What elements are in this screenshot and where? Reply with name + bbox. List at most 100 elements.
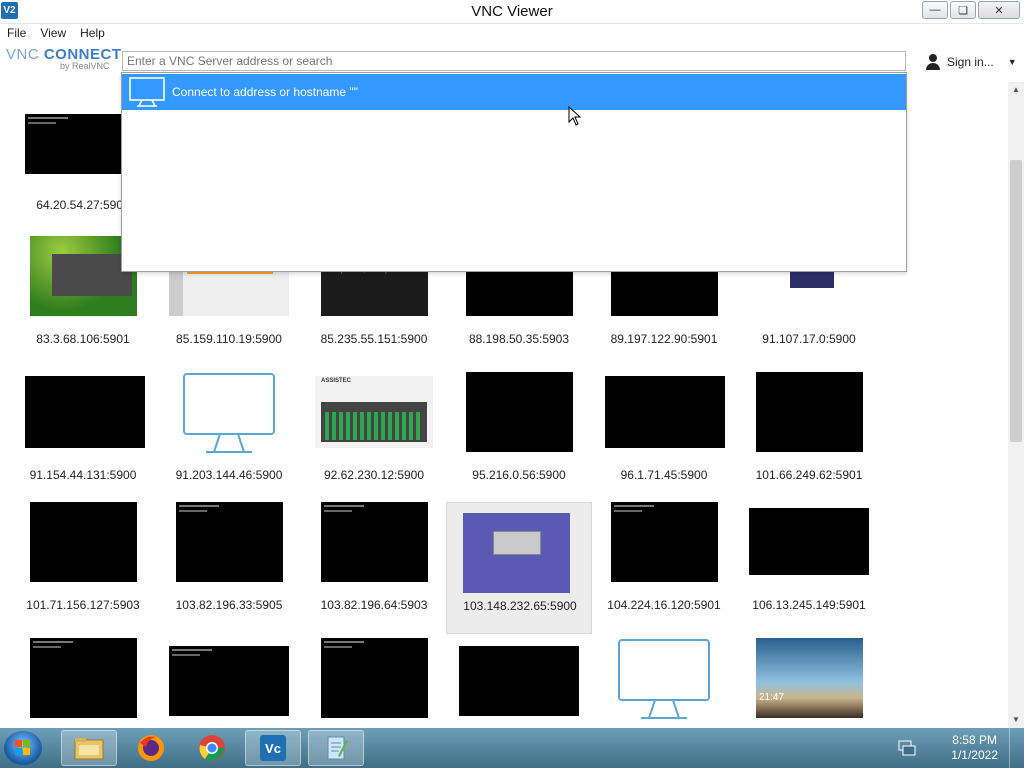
server-tile[interactable] bbox=[301, 638, 447, 728]
vertical-scrollbar[interactable]: ▲ ▼ bbox=[1008, 82, 1024, 728]
taskbar: Vc 8:58 PM 1/1/2022 bbox=[0, 728, 1024, 768]
server-address-label: 103.82.196.64:5903 bbox=[320, 598, 428, 612]
server-tile[interactable] bbox=[446, 638, 592, 728]
clock-time: 8:58 PM bbox=[952, 733, 997, 747]
scroll-down-icon[interactable]: ▼ bbox=[1008, 712, 1024, 728]
taskbar-notepad[interactable] bbox=[308, 730, 364, 766]
windows-logo-icon bbox=[15, 740, 30, 755]
server-address-label: 88.198.50.35:5903 bbox=[468, 332, 570, 346]
monitor-icon bbox=[183, 373, 275, 453]
server-tile[interactable]: 101.71.156.127:5903 bbox=[10, 502, 156, 634]
server-thumbnail bbox=[321, 502, 428, 582]
server-address-label: 83.3.68.106:5901 bbox=[36, 332, 130, 346]
taskbar-vnc-viewer[interactable]: Vc bbox=[245, 730, 301, 766]
taskbar-firefox[interactable] bbox=[123, 730, 179, 766]
server-thumbnail bbox=[176, 502, 283, 582]
server-thumbnail bbox=[466, 372, 573, 452]
connect-item-label: Connect to address or hostname "" bbox=[172, 85, 358, 99]
server-tile[interactable]: 103.82.196.33:5905 bbox=[156, 502, 302, 634]
server-address-label: 91.154.44.131:5900 bbox=[29, 468, 137, 482]
menu-help[interactable]: Help bbox=[73, 24, 112, 42]
server-thumbnail bbox=[25, 114, 123, 174]
server-thumbnail bbox=[169, 646, 289, 716]
server-address-label: 91.203.144.46:5900 bbox=[175, 468, 283, 482]
show-desktop-button[interactable] bbox=[1009, 728, 1024, 768]
server-address-label: 91.107.17.0:5900 bbox=[762, 332, 856, 346]
mouse-cursor-icon bbox=[568, 106, 582, 126]
chevron-down-icon: ▼ bbox=[1007, 57, 1017, 67]
server-thumbnail bbox=[30, 638, 137, 718]
clock[interactable]: 8:58 PM 1/1/2022 bbox=[951, 733, 998, 763]
server-tile[interactable]: 96.1.71.45:5900 bbox=[591, 372, 737, 504]
server-address-label: 96.1.71.45:5900 bbox=[620, 468, 708, 482]
server-tile[interactable]: 106.13.245.149:5901 bbox=[736, 502, 882, 634]
chrome-icon bbox=[199, 735, 225, 761]
server-thumbnail bbox=[459, 646, 579, 716]
server-tile[interactable] bbox=[156, 638, 302, 728]
taskbar-explorer[interactable] bbox=[61, 730, 117, 766]
vnc-viewer-icon: Vc bbox=[260, 735, 286, 761]
system-tray: 8:58 PM 1/1/2022 bbox=[894, 728, 1024, 768]
maximize-button[interactable]: ❏ bbox=[950, 1, 976, 19]
server-thumbnail: ASSISTEC bbox=[315, 376, 433, 448]
server-tile[interactable]: ASSISTEC 92.62.230.12:5900 bbox=[301, 372, 447, 504]
minimize-button[interactable]: — bbox=[922, 1, 948, 19]
clock-date: 1/1/2022 bbox=[951, 748, 998, 762]
server-tile[interactable]: 21:47 bbox=[736, 638, 882, 728]
server-tile[interactable]: 103.148.232.65:5900 bbox=[446, 502, 592, 634]
start-button[interactable] bbox=[4, 731, 42, 765]
server-tile[interactable]: 91.203.144.46:5900 bbox=[156, 372, 302, 504]
server-thumbnail bbox=[463, 513, 570, 593]
server-thumbnail bbox=[25, 376, 145, 448]
monitor-icon bbox=[129, 77, 165, 107]
svg-text:Vc: Vc bbox=[265, 741, 281, 756]
server-tile[interactable] bbox=[591, 638, 737, 728]
server-thumbnail bbox=[749, 508, 869, 575]
server-tile[interactable]: 95.216.0.56:5900 bbox=[446, 372, 592, 504]
server-thumbnail bbox=[756, 372, 863, 452]
network-icon[interactable] bbox=[898, 740, 916, 756]
server-address-label: 101.71.156.127:5903 bbox=[26, 598, 140, 612]
close-button[interactable]: ✕ bbox=[978, 1, 1020, 19]
server-thumbnail bbox=[611, 502, 718, 582]
thumbnail-brand: ASSISTEC bbox=[321, 378, 352, 384]
server-address-label: 103.148.232.65:5900 bbox=[463, 599, 577, 613]
sign-in-label: Sign in... bbox=[947, 55, 994, 69]
server-address-label: 85.159.110.19:5900 bbox=[176, 332, 282, 346]
menu-bar: File View Help bbox=[0, 24, 1024, 42]
connect-to-address-item[interactable]: Connect to address or hostname "" bbox=[122, 74, 906, 110]
scroll-up-icon[interactable]: ▲ bbox=[1008, 82, 1024, 98]
server-thumbnail bbox=[30, 502, 137, 582]
server-address-label: 92.62.230.12:5900 bbox=[323, 468, 425, 482]
server-address-label: 106.13.245.149:5901 bbox=[752, 598, 866, 612]
server-address-label: 103.82.196.33:5905 bbox=[175, 598, 283, 612]
server-tile[interactable]: 101.66.249.62:5901 bbox=[736, 372, 882, 504]
server-tile[interactable]: 104.224.16.120:5901 bbox=[591, 502, 737, 634]
server-tile[interactable]: 103.82.196.64:5903 bbox=[301, 502, 447, 634]
taskbar-chrome[interactable] bbox=[184, 730, 240, 766]
monitor-icon bbox=[618, 639, 710, 719]
vnc-connect-logo: VNC CONNECT by RealVNC bbox=[6, 46, 122, 71]
server-thumbnail bbox=[321, 638, 428, 718]
search-suggestions: Connect to address or hostname "" bbox=[121, 72, 907, 272]
server-tile[interactable]: 91.154.44.131:5900 bbox=[10, 372, 156, 504]
search-input[interactable] bbox=[122, 51, 906, 71]
server-address-label: 89.197.122.90:5901 bbox=[610, 332, 718, 346]
window-title: VNC Viewer bbox=[471, 3, 553, 20]
folder-icon bbox=[74, 738, 104, 760]
notepad-icon bbox=[327, 736, 348, 760]
sign-in-button[interactable]: Sign in... ▼ bbox=[925, 54, 1017, 70]
menu-view[interactable]: View bbox=[33, 24, 73, 42]
server-tile[interactable] bbox=[10, 638, 156, 728]
thumbnail-time: 21:47 bbox=[759, 692, 785, 703]
scrollbar-thumb[interactable] bbox=[1010, 160, 1022, 442]
server-thumbnail: 21:47 bbox=[756, 638, 863, 718]
server-thumbnail bbox=[605, 376, 725, 448]
firefox-icon bbox=[138, 735, 164, 761]
server-address-label: 101.66.249.62:5901 bbox=[755, 468, 863, 482]
server-address-label: 85.235.55.151:5900 bbox=[320, 332, 428, 346]
user-icon bbox=[925, 54, 941, 70]
title-bar: V2 VNC Viewer — ❏ ✕ bbox=[0, 0, 1024, 24]
menu-file[interactable]: File bbox=[0, 24, 33, 42]
server-address-label: 104.224.16.120:5901 bbox=[607, 598, 721, 612]
